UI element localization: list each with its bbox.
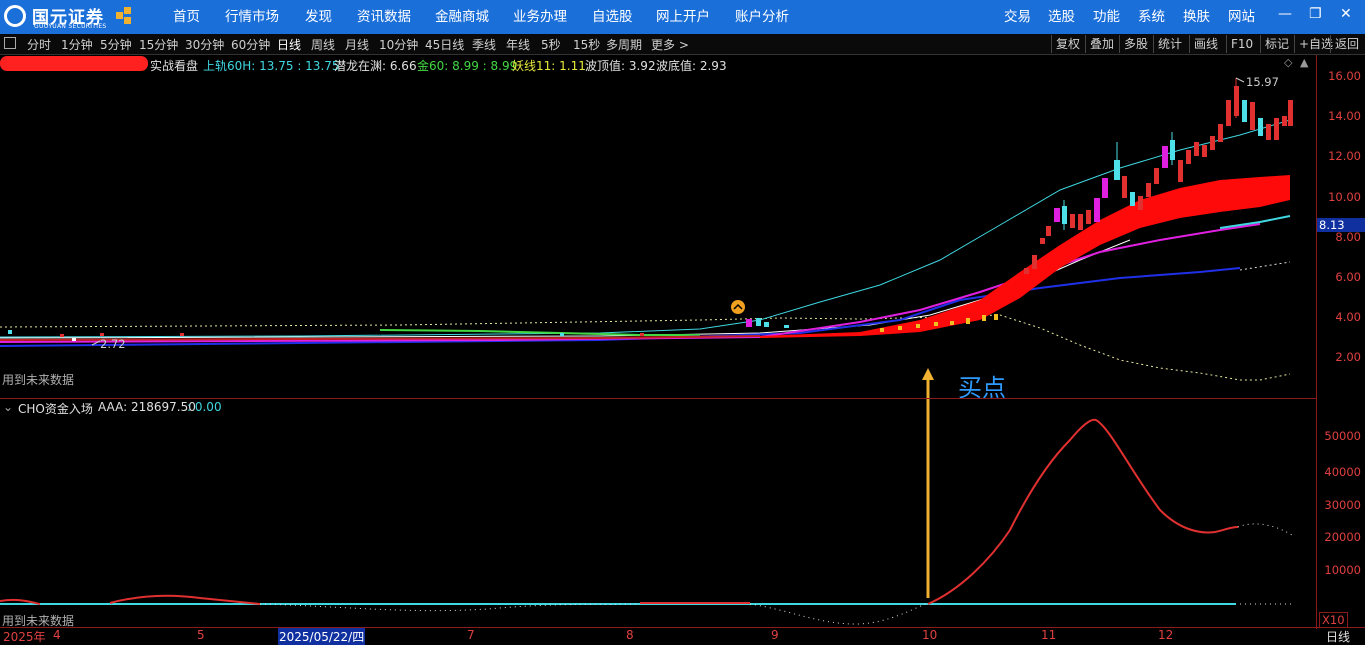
y-tick: 10.00 [1328, 190, 1361, 204]
subpanel-aaa-label: AAA: 218697.50 [98, 400, 196, 414]
y-tick: 16.00 [1328, 69, 1361, 83]
sub-y-tick: 20000 [1324, 530, 1361, 544]
period-indicator[interactable]: 日线 [1326, 628, 1350, 645]
subpanel-collapse-icon[interactable]: ⌄ [3, 400, 13, 414]
x-month-label: 8 [626, 628, 634, 642]
indicator-upper-band: 上轨60H: 13.75 : 13.75 [203, 59, 340, 73]
x-month-label: 4 [53, 628, 61, 642]
y-tick: 12.00 [1328, 149, 1361, 163]
subpanel-indicator-name[interactable]: CHO资金入场 [18, 400, 93, 417]
y-tick: 14.00 [1328, 109, 1361, 123]
x-cursor-date: 2025/05/22/四 [278, 628, 366, 645]
panel-divider[interactable] [0, 398, 1316, 399]
sub-y-tick: 30000 [1324, 498, 1361, 512]
panel-scroll-up-icon[interactable]: ▲ [1300, 56, 1308, 69]
future-data-note: 用到未来数据 [2, 373, 75, 387]
redacted-stock-name [0, 56, 148, 71]
indicator-qianlong: 潜龙在渊: 6.66 [334, 59, 417, 73]
x-month-label: 12 [1158, 628, 1174, 642]
x-year-label: 2025年 [3, 630, 46, 644]
indicator-wave-top: 波顶值: 3.92 [585, 59, 656, 73]
x-month-label: 7 [467, 628, 475, 642]
subpanel-aaa-value: : 0.00 [187, 400, 222, 414]
current-price-badge: 8.13 [1317, 218, 1365, 232]
x-month-label: 5 [197, 628, 205, 642]
sub-y-tick: 50000 [1324, 429, 1361, 443]
sub-y-tick: 10000 [1324, 563, 1361, 577]
indicator-name[interactable]: 实战看盘 [150, 57, 198, 74]
kline-chart[interactable] [0, 0, 1365, 645]
max-price-label: 15.97 [1246, 75, 1279, 89]
panel-diamond-icon[interactable]: ◇ [1284, 56, 1292, 69]
y-tick: 4.00 [1335, 310, 1361, 324]
indicator-yaoxian: 妖线11: 1.11 [512, 59, 586, 73]
indicator-gold60: 金60: 8.99 : 8.99 [417, 59, 518, 73]
x-month-label: 10 [922, 628, 938, 642]
indicator-wave-bottom: 波底值: 2.93 [656, 59, 727, 73]
sub-y-tick: 40000 [1324, 465, 1361, 479]
y-tick: 2.00 [1335, 350, 1361, 364]
y-tick: 8.00 [1335, 230, 1361, 244]
price-axis[interactable]: 16.00 14.00 12.00 10.00 8.00 6.00 4.00 2… [1316, 55, 1365, 629]
y-tick: 6.00 [1335, 270, 1361, 284]
sub-scale-badge: X10 [1319, 612, 1348, 628]
x-month-label: 11 [1041, 628, 1057, 642]
min-price-label: 2.72 [100, 337, 126, 351]
x-month-label: 9 [771, 628, 779, 642]
